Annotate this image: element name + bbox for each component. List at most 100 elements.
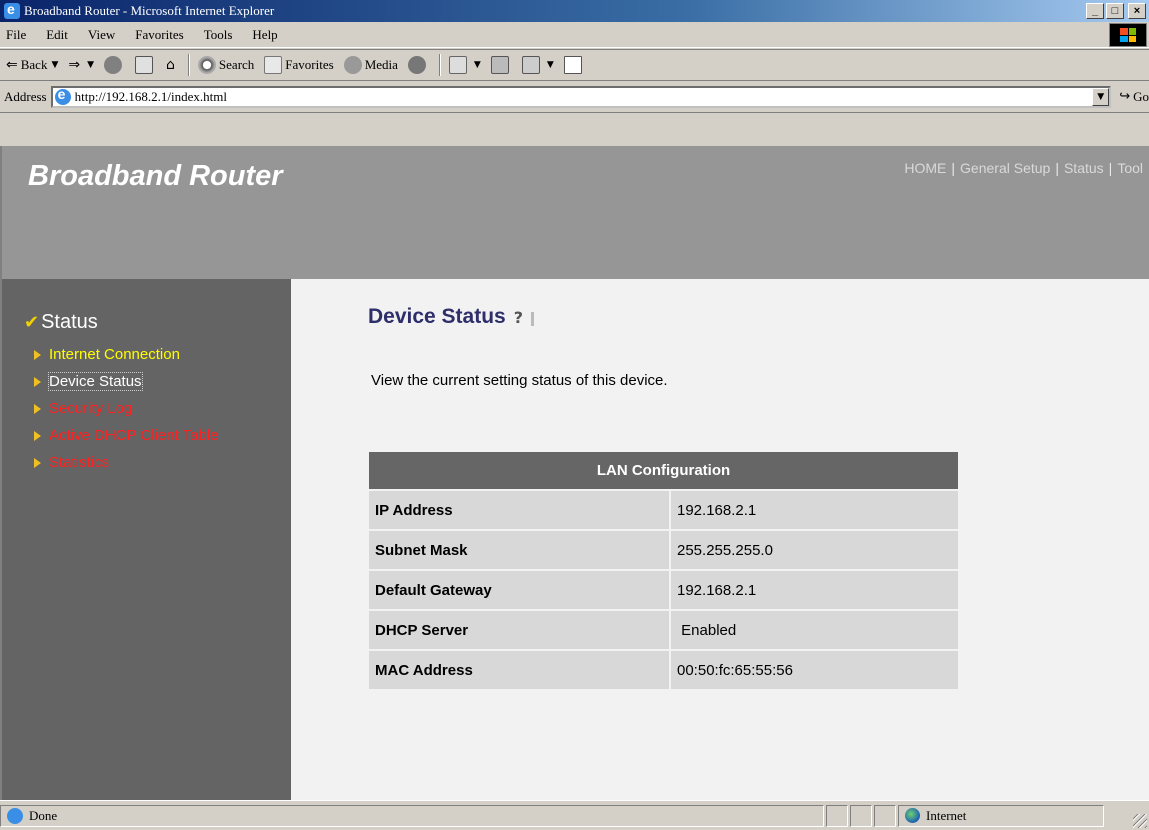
table-row: Subnet Mask 255.255.255.0 — [369, 531, 958, 569]
forward-button[interactable]: ⇒ ▼ — [68, 57, 94, 73]
history-icon — [407, 56, 426, 74]
media-icon — [343, 56, 362, 74]
favorites-icon — [264, 56, 283, 74]
row-key: Default Gateway — [369, 571, 671, 609]
page-icon — [54, 86, 71, 105]
toolbar-separator — [187, 54, 190, 76]
address-label: Address — [4, 88, 47, 104]
table-row: MAC Address 00:50:fc:65:55:56 — [369, 651, 958, 689]
menu-file[interactable]: File — [6, 27, 26, 43]
search-icon — [197, 56, 216, 74]
stop-icon — [104, 56, 123, 74]
row-key: Subnet Mask — [369, 531, 671, 569]
security-zone: Internet — [898, 804, 1104, 827]
nav-home[interactable]: HOME — [904, 160, 946, 176]
table-header: LAN Configuration — [369, 452, 958, 489]
toolbar-separator — [438, 54, 441, 76]
status-text: Done — [0, 804, 824, 827]
discuss-icon — [563, 56, 582, 74]
chevron-down-icon: ▼ — [473, 60, 481, 70]
back-button[interactable]: ⇐ Back ▼ — [6, 57, 58, 73]
address-dropdown-button[interactable]: ▼ — [1092, 87, 1110, 106]
row-value: Enabled — [671, 611, 958, 649]
address-input[interactable]: http://192.168.2.1/index.html ▼ — [50, 85, 1112, 108]
go-arrow-icon: ↪ — [1119, 89, 1131, 104]
nav-general-setup[interactable]: General Setup — [960, 160, 1050, 176]
menu-bar: File Edit View Favorites Tools Help — [0, 22, 1149, 48]
close-button[interactable]: × — [1128, 3, 1146, 19]
search-label: Search — [218, 57, 255, 72]
sidebar-heading: ✔ Status — [24, 311, 98, 334]
page-icon — [7, 807, 23, 824]
checkmark-icon: ✔ — [24, 312, 40, 333]
row-key: MAC Address — [369, 651, 671, 689]
minimize-button[interactable]: _ — [1086, 3, 1104, 19]
row-key: IP Address — [369, 491, 671, 529]
resize-grip[interactable] — [1133, 814, 1147, 828]
sidebar-item-security-log[interactable]: Security Log — [34, 395, 219, 422]
sidebar-item-internet-connection[interactable]: Internet Connection — [34, 341, 219, 368]
window-title-bar[interactable]: Broadband Router - Microsoft Internet Ex… — [0, 0, 1149, 22]
windows-logo-icon — [1109, 23, 1147, 47]
refresh-button[interactable] — [135, 56, 156, 74]
menu-tools[interactable]: Tools — [204, 27, 233, 43]
row-key: DHCP Server — [369, 611, 671, 649]
menu-view[interactable]: View — [88, 27, 115, 43]
page-header: Broadband Router HOME | General Setup | Stat… — [2, 146, 1149, 279]
ie-icon — [4, 1, 20, 19]
refresh-icon — [135, 56, 154, 74]
nav-status[interactable]: Status — [1064, 160, 1104, 176]
top-navigation: HOME | General Setup | Status | Tool — [904, 160, 1143, 176]
globe-icon — [905, 808, 920, 823]
mail-button[interactable]: ▼ — [448, 56, 481, 74]
page-title: Device Status ? — [368, 305, 536, 329]
print-button[interactable] — [490, 56, 512, 74]
row-value: 255.255.255.0 — [671, 531, 958, 569]
row-value: 192.168.2.1 — [671, 571, 958, 609]
browser-toolbar: ⇐ Back ▼ ⇒ ▼ ⌂ Search Favorites Media ▼ … — [0, 49, 1149, 81]
status-bar: Done Internet — [0, 800, 1149, 830]
menu-favorites[interactable]: Favorites — [135, 27, 183, 43]
window-title: Broadband Router - Microsoft Internet Ex… — [24, 3, 275, 18]
edit-button[interactable]: ▼ — [521, 56, 554, 74]
sidebar-item-device-status[interactable]: Device Status — [34, 368, 219, 395]
chevron-down-icon: ▼ — [87, 60, 95, 70]
history-button[interactable] — [407, 56, 429, 74]
arrow-bullet-icon — [34, 403, 41, 414]
address-bar: Address http://192.168.2.1/index.html ▼ … — [0, 81, 1149, 113]
media-button[interactable]: Media — [343, 56, 398, 74]
help-icon[interactable]: ? — [512, 306, 536, 328]
menu-edit[interactable]: Edit — [46, 27, 68, 43]
sidebar-item-label: Device Status — [48, 372, 143, 391]
favorites-button[interactable]: Favorites — [264, 56, 334, 74]
brand-title: Broadband Router — [28, 160, 283, 192]
back-label: Back — [20, 57, 48, 72]
arrow-bullet-icon — [34, 430, 41, 441]
sidebar-heading-label: Status — [41, 311, 98, 333]
chevron-down-icon: ▼ — [51, 60, 59, 70]
sidebar-item-statistics[interactable]: Statistics — [34, 449, 219, 476]
lan-configuration-table: LAN Configuration IP Address 192.168.2.1… — [369, 450, 958, 691]
maximize-button[interactable]: □ — [1106, 3, 1124, 19]
home-button[interactable]: ⌂ — [166, 57, 178, 73]
sidebar-item-label: Statistics — [49, 454, 110, 471]
stop-button[interactable] — [104, 56, 125, 74]
zone-label: Internet — [926, 807, 967, 823]
page-title-text: Device Status — [368, 305, 506, 328]
go-button[interactable]: ↪ Go — [1119, 89, 1149, 105]
print-icon — [490, 56, 509, 74]
discuss-button[interactable] — [563, 56, 585, 74]
menu-help[interactable]: Help — [252, 27, 277, 43]
back-arrow-icon: ⇐ — [6, 57, 18, 73]
go-label: Go — [1133, 88, 1149, 104]
sidebar-item-label: Active DHCP Client Table — [49, 427, 219, 444]
table-row: IP Address 192.168.2.1 — [369, 491, 958, 529]
arrow-bullet-icon — [34, 349, 41, 360]
sidebar-item-dhcp-client-table[interactable]: Active DHCP Client Table — [34, 422, 219, 449]
row-value: 00:50:fc:65:55:56 — [671, 651, 958, 689]
arrow-bullet-icon — [34, 376, 41, 387]
search-button[interactable]: Search — [197, 56, 255, 74]
favorites-label: Favorites — [285, 57, 334, 72]
forward-arrow-icon: ⇒ — [68, 57, 81, 73]
nav-tool[interactable]: Tool — [1117, 160, 1143, 176]
